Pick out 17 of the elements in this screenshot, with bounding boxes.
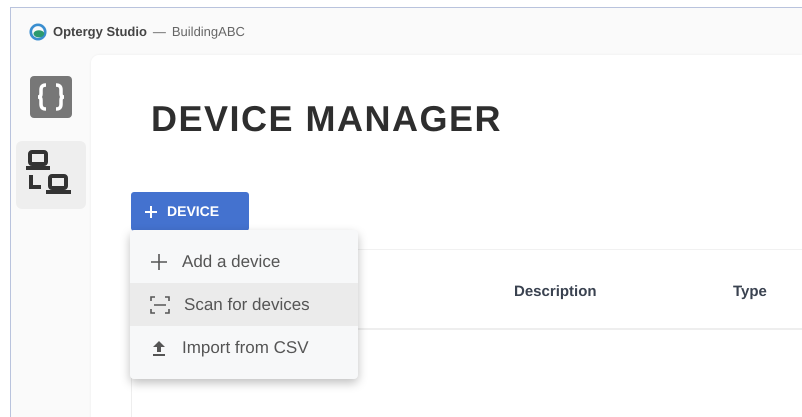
project-name: BuildingABC <box>172 22 245 41</box>
plus-icon <box>150 252 168 270</box>
plus-icon <box>145 206 157 218</box>
column-header: Description <box>514 282 597 302</box>
braces-icon <box>29 75 73 119</box>
title-separator: — <box>152 22 166 41</box>
menu-item[interactable]: Add a device <box>130 240 358 283</box>
upload-icon <box>150 338 168 356</box>
add-device-button[interactable]: DEVICE <box>131 192 249 232</box>
menu-item[interactable]: Scan for devices <box>130 283 358 326</box>
menu-item[interactable]: Import from CSV <box>130 326 358 369</box>
column-header: Type <box>733 282 767 302</box>
scan-icon <box>150 296 170 314</box>
sidebar-item[interactable] <box>16 141 86 209</box>
logo-icon <box>29 22 47 40</box>
page-title: DEVICE MANAGER <box>151 97 504 140</box>
app-name: Optergy Studio <box>53 22 147 41</box>
